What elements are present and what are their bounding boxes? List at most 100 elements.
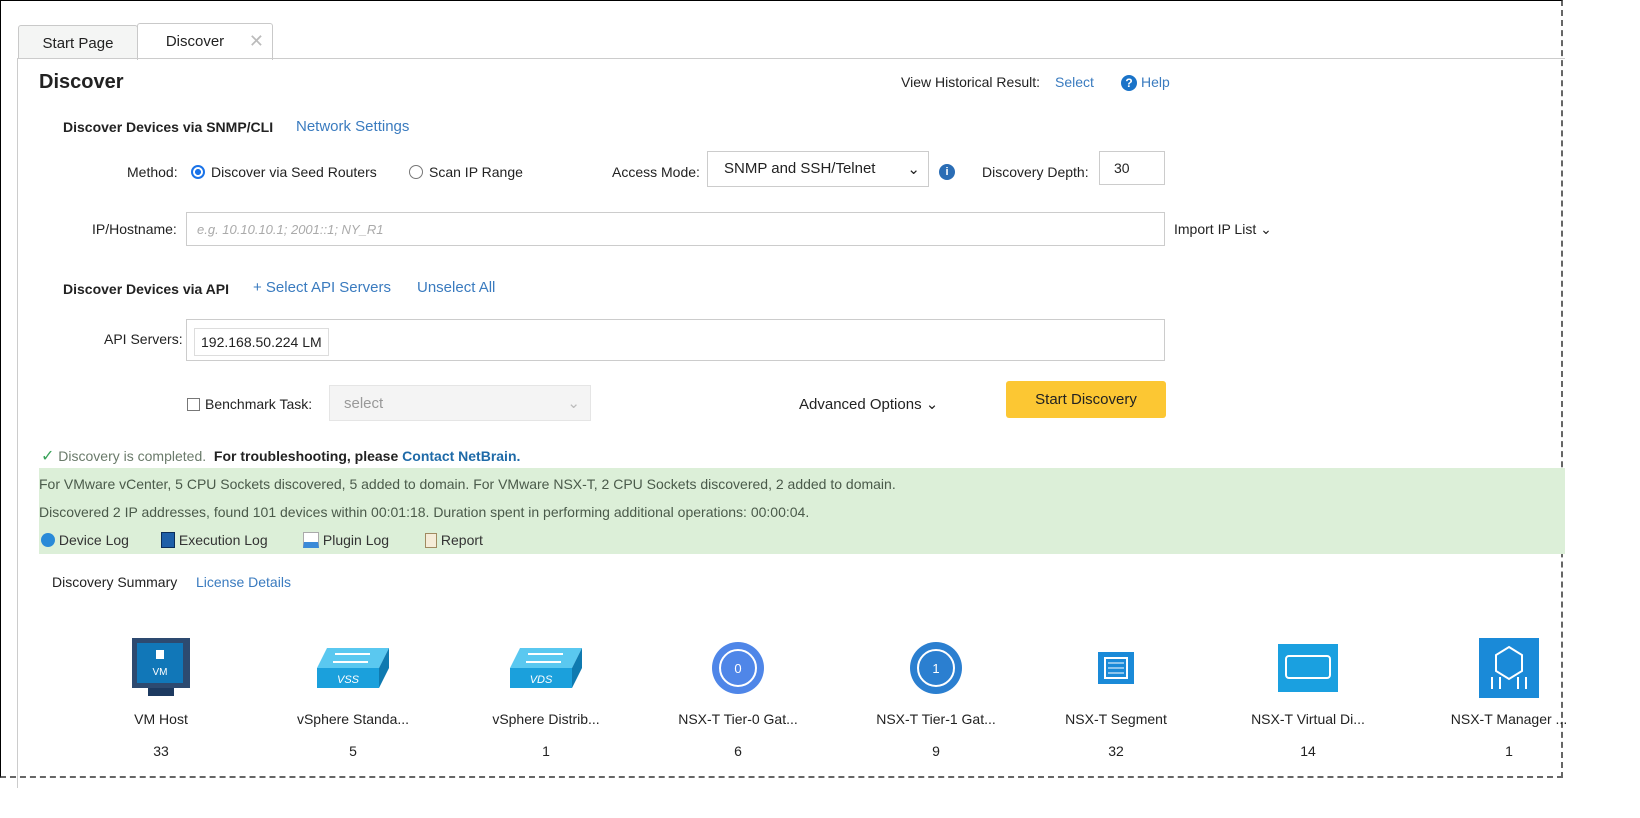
status-line: ✓ Discovery is completed. For troublesho… [41,446,520,466]
import-ip-label: Import IP List [1174,221,1257,237]
help-link[interactable]: ? Help [1121,74,1170,91]
tab-label: Discover [165,33,225,50]
access-mode-select[interactable]: SNMP and SSH/Telnet ⌄ [707,151,929,187]
svg-text:VM: VM [153,667,168,678]
tab-discover[interactable]: Discover ✕ [137,23,273,60]
svg-text:VDS: VDS [530,674,553,686]
license-details-link[interactable]: License Details [196,574,291,590]
benchmark-select[interactable]: select ⌄ [329,385,591,421]
discovery-summary-title: Discovery Summary [52,574,178,590]
summary-item-vm-host[interactable]: VM VM Host 33 [71,633,251,759]
page-title: Discover [39,71,124,93]
result-line-2: Discovered 2 IP addresses, found 101 dev… [39,504,810,520]
benchmark-label: Benchmark Task: [205,396,313,412]
svg-text:0: 0 [734,661,741,676]
chevron-down-icon: ⌄ [1260,221,1272,237]
tab-start-page[interactable]: Start Page [18,25,138,59]
benchmark-checkbox[interactable]: Benchmark Task: [187,396,312,412]
historical-select-link[interactable]: Select [1055,74,1094,90]
log-label: Execution Log [178,532,268,548]
unselect-all-link[interactable]: Unselect All [417,279,495,296]
summary-item-vss[interactable]: VSS vSphere Standa... 5 [263,633,443,759]
select-api-servers-link[interactable]: + Select API Servers [253,279,391,296]
api-servers-label: API Servers: [104,331,183,347]
status-completed: Discovery is completed. [58,448,207,464]
ip-hostname-label: IP/Hostname: [92,221,177,237]
summary-label: NSX-T Segment [1065,711,1167,727]
nsx-manager-icon [1479,638,1539,698]
svg-text:1: 1 [932,661,939,676]
vm-host-icon: VM [132,638,190,696]
document-icon [161,532,175,548]
vds-switch-icon: VDS [510,648,582,688]
vss-switch-icon: VSS [317,648,389,688]
troubleshoot-text: For troubleshooting, please [213,448,399,464]
summary-count: 32 [1108,743,1124,759]
summary-count: 33 [153,743,169,759]
device-log-link[interactable]: Device Log [41,532,129,548]
summary-count: 1 [542,743,550,759]
advanced-options-label: Advanced Options [799,396,922,413]
help-label: Help [1141,74,1170,90]
api-server-tag[interactable]: 192.168.50.224 LM [194,328,329,356]
chevron-down-icon: ⌄ [925,396,939,413]
svg-text:VSS: VSS [337,674,360,686]
advanced-options-toggle[interactable]: Advanced Options ⌄ [799,395,938,413]
discovery-depth-label: Discovery Depth: [982,164,1089,180]
log-label: Report [440,532,483,548]
benchmark-value: select [344,395,384,412]
contact-netbrain-link[interactable]: Contact NetBrain. [402,448,520,464]
summary-count: 9 [932,743,940,759]
radio-scan-ip-range[interactable]: Scan IP Range [409,164,523,180]
report-link[interactable]: Report [425,532,483,548]
radio-checked-icon [191,165,205,179]
summary-label: NSX-T Tier-0 Gat... [678,711,798,727]
summary-label: NSX-T Manager ... [1450,711,1568,727]
log-file-icon [303,532,319,548]
info-icon[interactable]: i [939,164,955,180]
discovery-depth-input[interactable]: 30 [1099,151,1165,185]
api-section-title: Discover Devices via API [63,281,230,297]
historical-label: View Historical Result: [901,74,1041,90]
close-icon[interactable]: ✕ [249,31,264,52]
summary-item-vds[interactable]: VDS vSphere Distrib... 1 [456,633,636,759]
ip-hostname-input[interactable]: e.g. 10.10.10.1; 2001::1; NY_R1 [186,212,1165,246]
radio-label: Scan IP Range [429,164,523,180]
chevron-down-icon: ⌄ [567,395,580,412]
summary-label: NSX-T Tier-1 Gat... [876,711,996,727]
summary-item-segment[interactable]: NSX-T Segment 32 [1026,633,1206,759]
result-line-1: For VMware vCenter, 5 CPU Sockets discov… [39,476,896,492]
summary-label: vSphere Distrib... [492,711,600,727]
summary-item-manager[interactable]: NSX-T Manager ... 1 [1419,633,1599,759]
summary-count: 5 [349,743,357,759]
tier1-gateway-icon: 1 [910,642,962,694]
radio-seed-routers[interactable]: Discover via Seed Routers [191,164,377,180]
snmp-section-title: Discover Devices via SNMP/CLI [63,119,274,135]
segment-icon [1098,652,1134,684]
plugin-log-link[interactable]: Plugin Log [303,532,389,548]
api-servers-input[interactable]: 192.168.50.224 LM [186,319,1165,361]
window: Start Page Discover ✕ Discover View Histo… [0,0,1567,788]
chevron-down-icon: ⌄ [907,161,920,178]
help-icon: ? [1121,75,1137,91]
radio-label: Discover via Seed Routers [211,164,377,180]
radio-unchecked-icon [409,165,423,179]
summary-count: 6 [734,743,742,759]
summary-count: 1 [1505,743,1513,759]
method-label: Method: [127,164,178,180]
access-mode-label: Access Mode: [612,164,700,180]
virtual-distributed-icon [1278,644,1338,692]
summary-item-tier0[interactable]: 0 NSX-T Tier-0 Gat... 6 [648,633,828,759]
globe-icon [41,533,55,547]
summary-item-virtual[interactable]: NSX-T Virtual Di... 14 [1218,633,1398,759]
summary-label: vSphere Standa... [296,711,410,727]
summary-count: 14 [1300,743,1316,759]
start-discovery-button[interactable]: Start Discovery [1006,381,1166,418]
log-label: Device Log [58,532,129,548]
report-icon [425,533,437,548]
checkbox-icon [187,398,200,411]
network-settings-link[interactable]: Network Settings [296,118,409,135]
import-ip-list-dropdown[interactable]: Import IP List ⌄ [1174,221,1272,238]
summary-item-tier1[interactable]: 1 NSX-T Tier-1 Gat... 9 [846,633,1026,759]
execution-log-link[interactable]: Execution Log [161,532,268,548]
